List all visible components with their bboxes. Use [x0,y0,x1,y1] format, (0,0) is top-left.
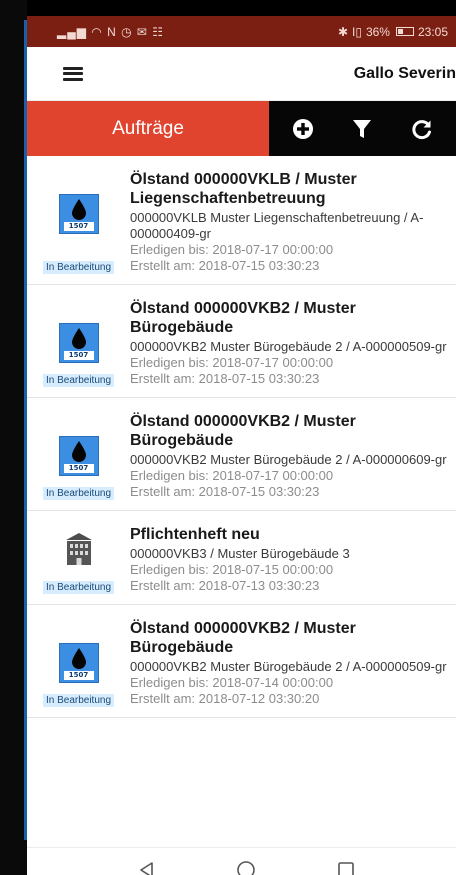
status-bar: ▂▄▆ ◠ N ◷ ✉ ☷ ✱ I▯ 36% 23:05 [27,16,456,47]
orders-list: 1507 In Bearbeitung Ölstand 000000VKLB / M… [27,156,456,847]
filter-icon [353,119,372,138]
order-title: Ölstand 000000VKLB / Muster Liegenschaft… [130,171,357,207]
order-icon-column: 1507 In Bearbeitung [27,412,130,500]
oil-icon-code: 1507 [63,671,94,680]
status-badge: In Bearbeitung [42,694,115,707]
order-due-date: Erledigen bis: 2018-07-15 00:00:00 [130,562,334,577]
order-description: 000000VKLB Muster Liegenschaftenbetreuun… [130,210,424,241]
order-icon-column: 1507 In Bearbeitung [27,619,130,707]
order-details: Ölstand 000000VKB2 / Muster Bürogebäude 0… [130,412,456,500]
device-bezel [0,0,27,875]
oil-icon-code: 1507 [63,464,94,473]
order-list-item[interactable]: 1507 In Bearbeitung Ölstand 000000VKB2 / M… [27,398,456,511]
app-bar: Gallo Severin [27,47,456,101]
order-created-date: Erstellt am: 2018-07-15 03:30:23 [130,258,320,273]
order-list-item[interactable]: In Bearbeitung Pflichtenheft neu 000000VKB… [27,511,456,605]
home-circle-icon [237,860,256,875]
orders-toolbar: Aufträge [27,101,456,156]
order-details: Ölstand 000000VKLB / Muster Liegenschaft… [130,170,456,274]
oil-icon-code: 1507 [63,222,94,231]
order-due-date: Erledigen bis: 2018-07-17 00:00:00 [130,468,334,483]
order-created-date: Erstellt am: 2018-07-13 03:30:23 [130,578,320,593]
order-created-date: Erstellt am: 2018-07-15 03:30:23 [130,371,320,386]
oil-drop-icon: 1507 [58,194,99,234]
order-list-item[interactable]: 1507 In Bearbeitung Ölstand 000000VKB2 / M… [27,605,456,718]
tab-auftraege[interactable]: Aufträge [27,101,269,156]
status-badge: In Bearbeitung [42,581,115,594]
battery-percent: 36% [365,24,390,39]
oil-drop-icon: 1507 [58,323,99,363]
order-description: 000000VKB2 Muster Bürogebäude 2 / A-0000… [130,452,447,467]
order-icon-column: 1507 In Bearbeitung [27,299,130,387]
status-right-group: ✱ I▯ 36% 23:05 [338,25,448,39]
back-triangle-icon [140,861,153,875]
add-order-button[interactable] [288,114,318,144]
recents-button[interactable] [334,858,358,875]
hamburger-icon[interactable] [63,66,83,81]
home-button[interactable] [234,858,258,875]
order-icon-column: 1507 In Bearbeitung [27,170,130,274]
order-description: 000000VKB2 Muster Bürogebäude 2 / A-0000… [130,339,447,354]
refresh-button[interactable] [407,114,437,144]
order-list-item[interactable]: 1507 In Bearbeitung Ölstand 000000VKB2 / M… [27,285,456,398]
order-description: 000000VKB3 / Muster Bürogebäude 3 [130,546,350,561]
order-title: Ölstand 000000VKB2 / Muster Bürogebäude [130,620,356,656]
order-created-date: Erstellt am: 2018-07-12 03:30:20 [130,691,320,706]
status-time: 23:05 [417,24,448,39]
back-button[interactable] [135,858,159,875]
status-badge: In Bearbeitung [42,487,115,500]
order-title: Pflichtenheft neu [130,526,260,543]
order-details: Ölstand 000000VKB2 / Muster Bürogebäude 0… [130,299,456,387]
toolbar-actions [269,101,456,156]
refresh-icon [412,119,432,139]
order-title: Ölstand 000000VKB2 / Muster Bürogebäude [130,413,356,449]
battery-icon [395,27,414,36]
filter-button[interactable] [347,114,377,144]
android-nav-bar [27,847,456,875]
order-details: Ölstand 000000VKB2 / Muster Bürogebäude 0… [130,619,456,707]
oil-drop-icon: 1507 [58,436,99,476]
order-due-date: Erledigen bis: 2018-07-14 00:00:00 [130,675,334,690]
status-notification-icons: ▂▄▆ ◠ N ◷ ✉ ☷ [57,24,165,39]
order-details: Pflichtenheft neu 000000VKB3 / Muster Bür… [130,525,456,594]
status-badge: In Bearbeitung [42,374,115,387]
order-created-date: Erstellt am: 2018-07-15 03:30:23 [130,484,320,499]
building-icon [62,531,96,572]
oil-drop-icon: 1507 [58,643,99,683]
app-screen: ▂▄▆ ◠ N ◷ ✉ ☷ ✱ I▯ 36% 23:05 Gallo Sever… [27,16,456,875]
oil-icon-code: 1507 [63,351,94,360]
user-name: Gallo Severin [353,64,456,82]
order-title: Ölstand 000000VKB2 / Muster Bürogebäude [130,300,356,336]
plus-circle-icon [292,118,313,139]
order-list-item[interactable]: 1507 In Bearbeitung Ölstand 000000VKLB / M… [27,156,456,285]
recents-square-icon [338,861,354,875]
order-icon-column: In Bearbeitung [27,525,130,594]
bluetooth-icon: ✱ [337,24,348,39]
order-due-date: Erledigen bis: 2018-07-17 00:00:00 [130,355,334,370]
status-badge: In Bearbeitung [42,261,115,274]
order-due-date: Erledigen bis: 2018-07-17 00:00:00 [130,242,334,257]
vibrate-icon: I▯ [352,24,362,39]
order-description: 000000VKB2 Muster Bürogebäude 2 / A-0000… [130,659,447,674]
